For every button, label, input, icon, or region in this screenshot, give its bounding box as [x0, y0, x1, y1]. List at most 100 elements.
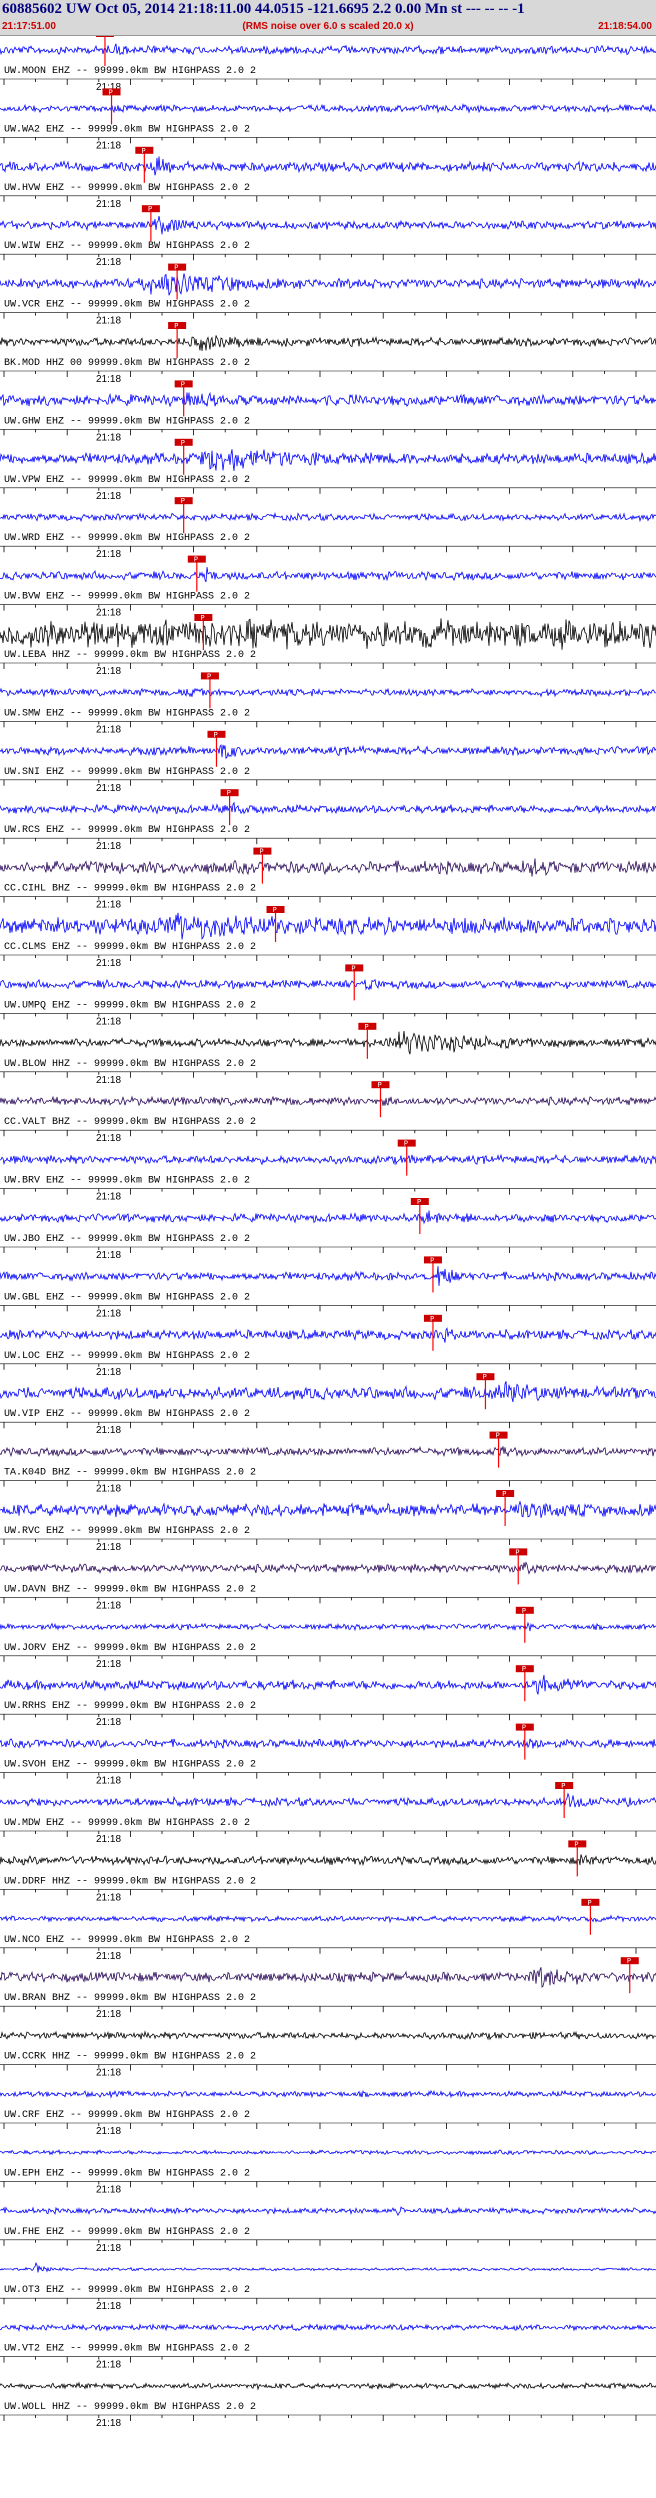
trace-row: UW.BRV EHZ -- 99999.0km BW HIGHPASS 2.0 … — [0, 1139, 656, 1203]
waveform — [0, 216, 656, 235]
trace-row: UW.JBO EHZ -- 99999.0km BW HIGHPASS 2.0 … — [0, 1198, 656, 1261]
tick-time-label: 21:18 — [96, 2184, 121, 2195]
pick-label: P — [522, 1607, 526, 1615]
trace-label: UW.VT2 EHZ -- 99999.0km BW HIGHPASS 2.0 … — [4, 2343, 250, 2355]
trace-row: CC.CLMS EHZ -- 99999.0km BW HIGHPASS 2.0… — [0, 906, 656, 969]
pick-label: P — [574, 1840, 578, 1848]
trace-label: UW.HVW EHZ -- 99999.0km BW HIGHPASS 2.0 … — [4, 182, 250, 194]
trace-label: UW.CCRK HHZ -- 99999.0km BW HIGHPASS 2.0… — [4, 2051, 256, 2063]
waveform — [0, 449, 656, 471]
waveform — [0, 1621, 656, 1632]
pick-label: P — [515, 1548, 519, 1556]
waveform — [0, 43, 656, 56]
pick-label: P — [351, 964, 355, 972]
pick-label: P — [174, 264, 178, 272]
trace-label: BK.MOD HHZ 00 99999.0km BW HIGHPASS 2.0 … — [4, 357, 250, 369]
tick-time-label: 21:18 — [96, 432, 121, 443]
pick-label: P — [174, 322, 178, 330]
trace-label: UW.JORV EHZ -- 99999.0km BW HIGHPASS 2.0… — [4, 1642, 256, 1654]
trace-label: UW.VPW EHZ -- 99999.0km BW HIGHPASS 2.0 … — [4, 474, 250, 486]
pick-label: P — [181, 380, 185, 388]
trace-label: CC.CIHL BHZ -- 99999.0km BW HIGHPASS 2.0… — [4, 883, 256, 895]
trace-label: UW.DAVN BHZ -- 99999.0km BW HIGHPASS 2.0… — [4, 1583, 256, 1595]
pick-label: P — [430, 1256, 434, 1264]
waveform — [0, 391, 656, 408]
waveform — [0, 1266, 656, 1286]
tick-time-label: 21:18 — [96, 1717, 121, 1728]
trace-label: UW.BRV EHZ -- 99999.0km BW HIGHPASS 2.0 … — [4, 1175, 250, 1187]
end-time: 21:18:54.00 — [598, 21, 652, 32]
waveform — [0, 1095, 656, 1107]
trace-row: UW.SNI EHZ -- 99999.0km BW HIGHPASS 2.0 … — [0, 730, 656, 794]
pick-label: P — [430, 1315, 434, 1323]
tick-time-label: 21:18 — [96, 1075, 121, 1086]
tick-time-label: 21:18 — [96, 316, 121, 327]
trace-label: UW.LEBA HHZ -- 99999.0km BW HIGHPASS 2.0… — [4, 649, 256, 661]
tick-time-label: 21:18 — [96, 2301, 121, 2312]
waveform — [0, 1674, 656, 1695]
pick-label: P — [364, 1023, 368, 1031]
trace-row: UW.BVW EHZ -- 99999.0km BW HIGHPASS 2.0 … — [0, 555, 656, 619]
trace-row: UW.MDW EHZ -- 99999.0km BW HIGHPASS 2.0 … — [0, 1782, 656, 1845]
waveform — [0, 2148, 656, 2156]
pick-label: P — [522, 1724, 526, 1732]
trace-label: UW.WA2 EHZ -- 99999.0km BW HIGHPASS 2.0 … — [4, 123, 250, 135]
tick-time-label: 21:18 — [96, 1659, 121, 1670]
tick-time-label: 21:18 — [96, 2068, 121, 2079]
trace-row: UW.SVOH EHZ -- 99999.0km BW HIGHPASS 2.0… — [0, 1723, 656, 1787]
tick-time-label: 21:18 — [96, 2126, 121, 2137]
trace-label: UW.SVOH EHZ -- 99999.0km BW HIGHPASS 2.0… — [4, 1759, 256, 1771]
pick-label: P — [227, 789, 231, 797]
trace-row: CC.CIHL BHZ -- 99999.0km BW HIGHPASS 2.0… — [0, 847, 656, 911]
trace-label: UW.UMPQ EHZ -- 99999.0km BW HIGHPASS 2.0… — [4, 999, 256, 1011]
tick-time-label: 21:18 — [96, 2360, 121, 2371]
trace-label: UW.BLOW HHZ -- 99999.0km BW HIGHPASS 2.0… — [4, 1058, 256, 1070]
trace-row: UW.JORV EHZ -- 99999.0km BW HIGHPASS 2.0… — [0, 1606, 656, 1670]
tick-time-label: 21:18 — [96, 1308, 121, 1319]
tick-time-label: 21:18 — [96, 374, 121, 385]
trace-row: UW.GBL EHZ -- 99999.0km BW HIGHPASS 2.0 … — [0, 1256, 656, 1319]
trace-row: BK.MOD HHZ 00 99999.0km BW HIGHPASS 2.0 … — [0, 322, 656, 385]
trace-row: UW.HVW EHZ -- 99999.0km BW HIGHPASS 2.0 … — [0, 146, 656, 210]
trace-label: TA.K04D BHZ -- 99999.0km BW HIGHPASS 2.0… — [4, 1467, 256, 1479]
waveform — [0, 1967, 656, 1988]
trace-row: CC.VALT BHZ -- 99999.0km BW HIGHPASS 2.0… — [0, 1081, 656, 1144]
tick-time-label: 21:18 — [96, 549, 121, 560]
trace-row: UW.WA2 EHZ -- 99999.0km BW HIGHPASS 2.0 … — [0, 88, 656, 151]
waveform — [0, 978, 656, 991]
tick-time-label: 21:18 — [96, 1016, 121, 1027]
pick-label: P — [181, 439, 185, 447]
trace-row: UW.SMW EHZ -- 99999.0km BW HIGHPASS 2.0 … — [0, 672, 656, 735]
waveform — [0, 156, 656, 176]
waveform — [0, 511, 656, 523]
trace-row: UW.VT2 EHZ -- 99999.0km BW HIGHPASS 2.0 … — [0, 2323, 656, 2371]
tick-time-label: 21:18 — [96, 199, 121, 210]
trace-label: UW.JBO EHZ -- 99999.0km BW HIGHPASS 2.0 … — [4, 1233, 250, 1245]
trace-row: UW.VPW EHZ -- 99999.0km BW HIGHPASS 2.0 … — [0, 438, 656, 502]
pick-label: P — [627, 1957, 631, 1965]
trace-row: UW.RRHS EHZ -- 99999.0km BW HIGHPASS 2.0… — [0, 1665, 656, 1728]
trace-label: CC.CLMS EHZ -- 99999.0km BW HIGHPASS 2.0… — [4, 941, 256, 953]
waveform — [0, 618, 656, 650]
waveform — [0, 1445, 656, 1458]
tick-time-label: 21:18 — [96, 2009, 121, 2020]
waveform — [0, 1792, 656, 1808]
pick-label: P — [141, 147, 145, 155]
tick-time-label: 21:18 — [96, 1892, 121, 1903]
pick-label: P — [561, 1782, 565, 1790]
trace-label: UW.RRHS EHZ -- 99999.0km BW HIGHPASS 2.0… — [4, 1700, 256, 1712]
tick-time-label: 21:18 — [96, 1951, 121, 1962]
pick-label: P — [181, 497, 185, 505]
waveform — [0, 1210, 656, 1225]
trace-row: UW.WIW EHZ -- 99999.0km BW HIGHPASS 2.0 … — [0, 205, 656, 268]
trace-row: UW.VCR EHZ -- 99999.0km BW HIGHPASS 2.0 … — [0, 263, 656, 327]
trace-label: UW.MDW EHZ -- 99999.0km BW HIGHPASS 2.0 … — [4, 1817, 250, 1829]
waveform — [0, 2206, 656, 2217]
trace-label: UW.RVC EHZ -- 99999.0km BW HIGHPASS 2.0 … — [4, 1525, 250, 1537]
tick-time-label: 21:18 — [96, 1192, 121, 1203]
pick-label: P — [417, 1198, 421, 1206]
trace-label: UW.GBL EHZ -- 99999.0km BW HIGHPASS 2.0 … — [4, 1291, 250, 1303]
waveform — [0, 1914, 656, 1924]
waveform — [0, 1854, 656, 1867]
pick-label: P — [259, 848, 263, 856]
